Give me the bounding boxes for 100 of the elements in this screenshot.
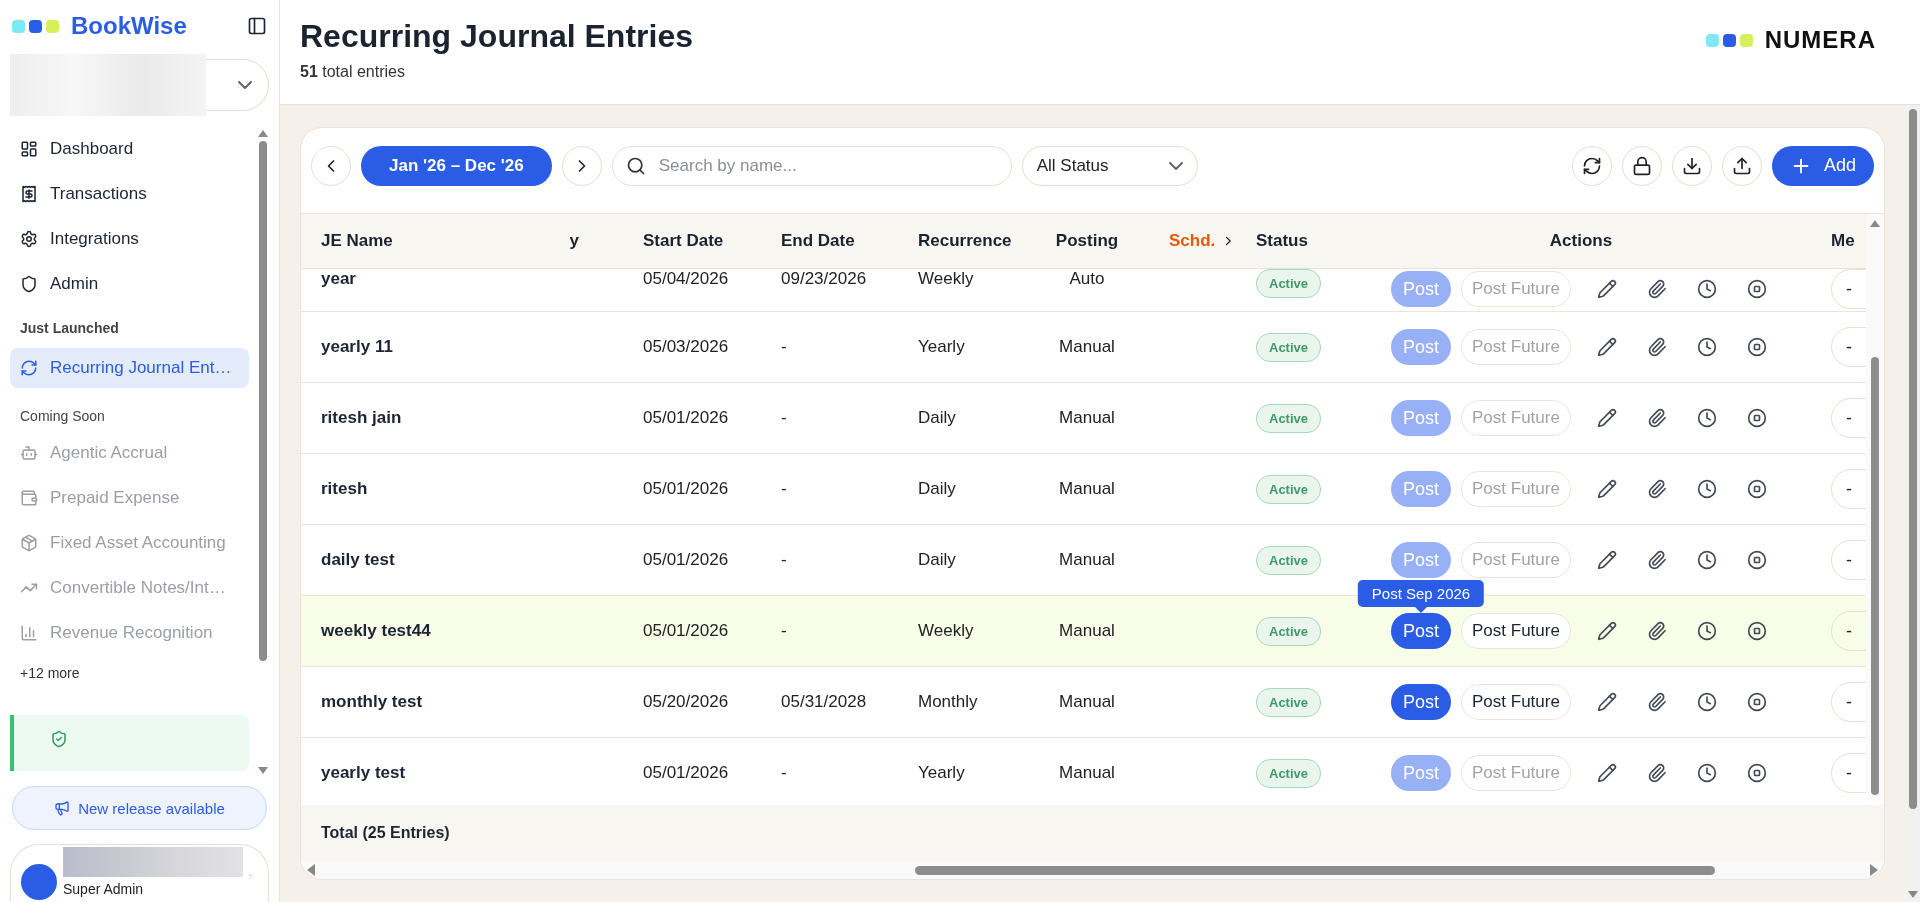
- entry-name: ritesh jain: [320, 408, 403, 428]
- table-cell-text: Daily: [917, 408, 957, 428]
- pencil-icon: [1596, 279, 1617, 299]
- table-cell-text: -: [780, 763, 788, 783]
- table-cell-text: Manual: [1058, 337, 1116, 357]
- add-button[interactable]: Add: [1771, 145, 1874, 186]
- bar-chart-icon: [20, 623, 38, 642]
- nav-item[interactable]: Dashboard: [10, 126, 249, 171]
- paperclip-icon: [1646, 621, 1667, 641]
- sidebar-toggle-icon[interactable]: [247, 16, 267, 36]
- upload-icon: [1731, 155, 1752, 176]
- paperclip-icon: [1646, 479, 1667, 499]
- status-dropdown[interactable]: All Status: [1021, 145, 1198, 186]
- column-header: End Date: [780, 231, 856, 251]
- box-icon: [20, 533, 38, 552]
- table-cell-text: Manual: [1058, 479, 1116, 499]
- pencil-icon: [1596, 479, 1617, 499]
- table-cell-text: 05/01/2026: [642, 408, 730, 428]
- section-heading: Coming Soon: [19, 407, 106, 426]
- column-header: Recurrence: [917, 231, 1013, 251]
- entry-name: year: [320, 269, 357, 289]
- clock-icon: [1696, 279, 1717, 299]
- pencil-icon: [1596, 337, 1617, 357]
- table-cell-text: -: [780, 550, 788, 570]
- clock-icon: [1696, 479, 1717, 499]
- paperclip-icon: [1646, 279, 1667, 299]
- new-release-button[interactable]: New release available: [12, 786, 267, 830]
- date-range-button[interactable]: Jan '26 – Dec '26: [361, 145, 552, 186]
- table-cell-text: 05/01/2026: [642, 550, 730, 570]
- paperclip-icon: [1646, 763, 1667, 783]
- scrollbar[interactable]: [1866, 214, 1884, 801]
- table-cell-text: Manual: [1058, 408, 1116, 428]
- search-field[interactable]: Search by name...: [611, 145, 1012, 186]
- more-link[interactable]: +12 more: [10, 655, 249, 691]
- stop-icon: [1746, 621, 1767, 641]
- chevron-down-icon: [238, 81, 252, 89]
- nav-item[interactable]: Admin: [10, 261, 249, 306]
- post-future-button[interactable]: Post Future: [1461, 684, 1571, 720]
- entry-name: monthly test: [320, 692, 424, 712]
- table-cell-text: Manual: [1058, 763, 1116, 783]
- table-cell-text: 05/03/2026: [642, 337, 730, 357]
- clock-icon: [1696, 337, 1717, 357]
- nav-item[interactable]: Recurring Journal Ent…: [10, 348, 249, 388]
- table-cell-text: Yearly: [917, 337, 966, 357]
- refresh-icon: [1581, 155, 1602, 176]
- paperclip-icon: [1646, 550, 1667, 570]
- post-button[interactable]: Post: [1391, 613, 1452, 649]
- clock-icon: [1696, 692, 1717, 712]
- column-header: Status: [1255, 231, 1309, 251]
- megaphone-icon: [54, 800, 71, 816]
- status-badge: Active: [1256, 758, 1322, 788]
- scrollbar[interactable]: [301, 861, 1884, 879]
- post-future-button[interactable]: Post Future: [1461, 613, 1571, 649]
- table-cell-text: -: [780, 621, 788, 641]
- company-logo: NUMERA: [1764, 26, 1876, 54]
- column-header: Actions: [1548, 231, 1614, 251]
- total-label: Total (25 Entries): [321, 824, 450, 842]
- table-cell-text: -: [780, 408, 788, 428]
- entry-name: yearly 11: [320, 337, 394, 357]
- table-cell-text: Auto: [1068, 269, 1106, 289]
- table-cell-text: 05/01/2026: [642, 479, 730, 499]
- receipt-icon: [20, 184, 38, 203]
- table-cell-text: -: [780, 337, 788, 357]
- clock-icon: [1696, 550, 1717, 570]
- column-header: Start Date: [642, 231, 725, 251]
- post-button[interactable]: Post: [1391, 684, 1452, 720]
- status-badge: Active: [1256, 545, 1322, 575]
- pencil-icon: [1596, 692, 1617, 712]
- search-icon: [625, 155, 646, 176]
- paperclip-icon: [1646, 692, 1667, 712]
- chevron-down-icon: [1168, 161, 1183, 170]
- stop-icon: [1746, 279, 1767, 299]
- status-badge: Active: [1256, 687, 1322, 717]
- table-cell-text: Manual: [1058, 621, 1116, 641]
- entry-name: yearly test: [320, 763, 407, 783]
- shield-check-icon: [50, 730, 68, 748]
- column-header: JE Name: [320, 231, 394, 251]
- table-cell-text: 05/31/2028: [780, 692, 868, 712]
- nav-item[interactable]: Integrations: [10, 216, 249, 261]
- dashboard-icon: [20, 139, 38, 158]
- shield-icon: [20, 274, 38, 293]
- robot-icon: [20, 443, 38, 462]
- table-cell-text: Manual: [1058, 550, 1116, 570]
- entry-name: daily test: [320, 550, 396, 570]
- user-card[interactable]: Super Admin: [10, 844, 269, 902]
- pencil-icon: [1596, 550, 1617, 570]
- entry-name: ritesh: [320, 479, 369, 499]
- avatar: [21, 863, 57, 900]
- table-cell-text: Daily: [917, 550, 957, 570]
- nav-item[interactable]: Transactions: [10, 171, 249, 216]
- column-header: Posting: [1054, 231, 1120, 251]
- status-badge: Active: [1256, 616, 1322, 646]
- user-role: Super Admin: [63, 881, 145, 897]
- column-header: Schd.: [1169, 231, 1216, 251]
- table-cell-text: -: [780, 479, 788, 499]
- column-header: y: [568, 231, 579, 251]
- table-cell-text: Monthly: [917, 692, 979, 712]
- scrollbar[interactable]: [1905, 105, 1920, 902]
- wallet-icon: [20, 488, 38, 507]
- clock-icon: [1696, 621, 1717, 641]
